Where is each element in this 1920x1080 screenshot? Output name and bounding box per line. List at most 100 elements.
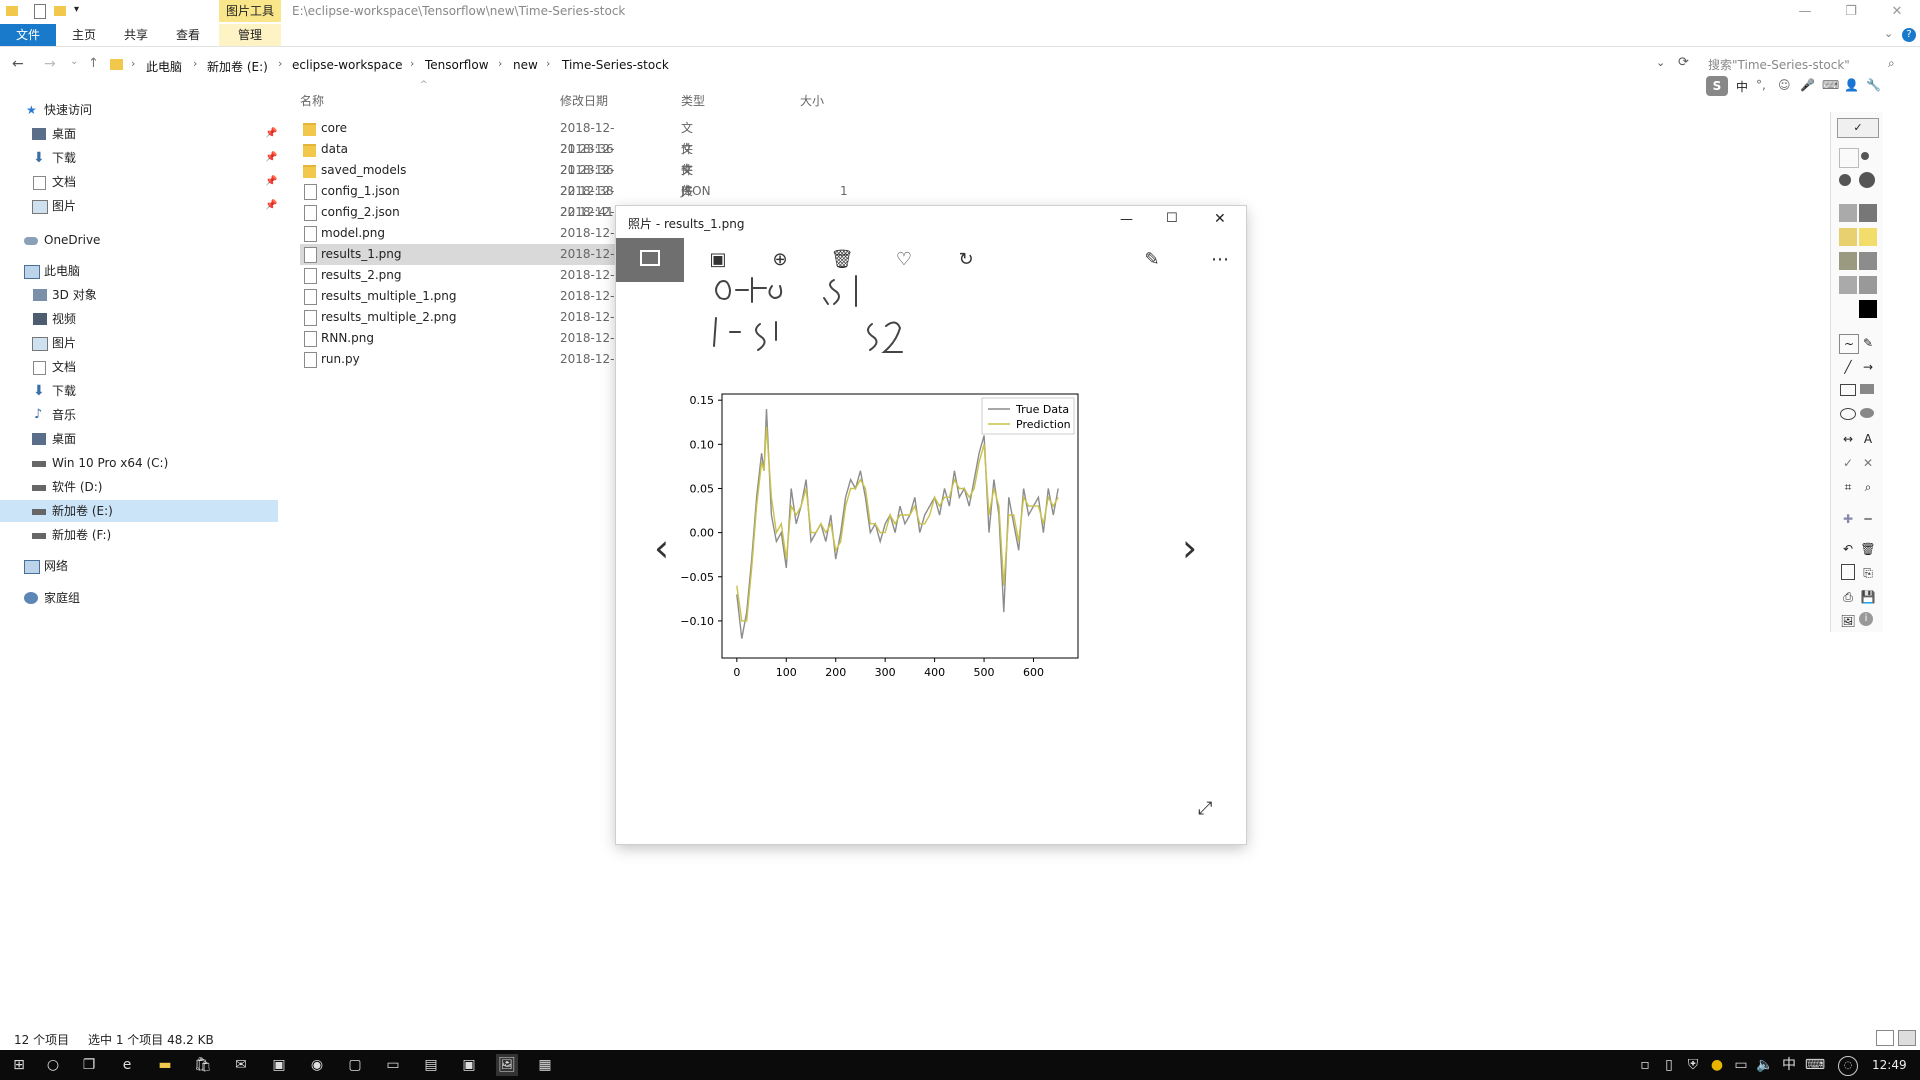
more-icon[interactable]: ⋯ [1206,246,1234,274]
column-header-date[interactable]: 修改日期 [560,92,608,109]
search-circle-icon[interactable]: ○ [42,1054,64,1076]
close-button[interactable]: ✕ [1214,211,1226,227]
notification-badge-icon[interactable]: ◌ [1838,1056,1858,1076]
chrome-icon[interactable]: ◉ [306,1054,328,1076]
breadcrumb-tensorflow[interactable]: Tensorflow [425,58,489,72]
nav-pc-desktop[interactable]: 桌面 [0,428,278,450]
tray-icon[interactable]: ▫ [1634,1054,1656,1076]
breadcrumb-drive[interactable]: 新加卷 (E:) [207,58,268,75]
nav-pc-downloads[interactable]: ⬇ 下载 [0,380,278,402]
filled-ellipse-icon[interactable] [1860,408,1874,418]
volume-icon[interactable]: 🔈 [1754,1054,1776,1076]
previous-arrow-icon[interactable]: ‹ [654,526,669,570]
column-header-size[interactable]: 大小 [800,92,824,109]
file-row[interactable]: core 2018-12-21 23:36 文件夹 [300,118,693,177]
file-row[interactable]: results_2.png 2018-12- [300,265,620,286]
mail-icon[interactable]: ✉ [230,1054,252,1076]
new-folder-icon[interactable] [54,6,66,16]
marker-icon[interactable]: ✎ [1859,334,1877,352]
file-row[interactable]: run.py 2018-12- [300,349,620,370]
app-icon[interactable]: ▣ [458,1054,480,1076]
app-icon[interactable]: ▭ [382,1054,404,1076]
file-row[interactable]: results_multiple_2.png 2018-12- [300,307,620,328]
edit-icon[interactable]: ✎ [1138,246,1166,274]
info-icon[interactable]: i [1859,612,1873,626]
file-row[interactable]: RNN.png 2018-12- [300,328,620,349]
up-arrow-icon[interactable]: ↑ [88,56,99,71]
punctuation-icon[interactable]: °, [1756,78,1766,92]
nav-pc-pictures[interactable]: 图片 [0,332,278,354]
file-row[interactable]: config_2.json 2018-12- [300,202,620,223]
cross-icon[interactable]: ✕ [1859,454,1877,472]
file-row[interactable]: data 2018-12-21 23:36 文件夹 [300,139,693,198]
pin-icon[interactable]: 📌 [265,123,277,145]
file-explorer-icon[interactable]: ▬ [154,1054,176,1076]
new-page-icon[interactable] [1841,564,1855,580]
nav-drive-e[interactable]: 新加卷 (E:) [0,500,278,522]
double-arrow-icon[interactable]: ↔ [1839,430,1857,448]
nav-pc-music[interactable]: ♪ 音乐 [0,404,278,426]
next-arrow-icon[interactable]: › [1182,526,1197,570]
tab-view[interactable]: 查看 [168,26,208,44]
breadcrumb-folder[interactable]: Time-Series-stock [562,58,669,72]
file-row[interactable]: results_1.png 2018-12- [300,244,620,265]
tab-manage[interactable]: 管理 [219,24,281,46]
properties-icon[interactable] [34,4,46,19]
breadcrumb-workspace[interactable]: eclipse-workspace [292,58,402,72]
column-header-type[interactable]: 类型 [681,92,705,109]
quick-access-toolbar[interactable]: ▾ [6,4,86,20]
expand-icon[interactable]: ⤢ [1198,798,1212,819]
nav-qa-pictures[interactable]: 图片 📌 [0,195,278,217]
terminal-icon[interactable]: ▢ [344,1054,366,1076]
color-olive-icon[interactable] [1839,252,1857,270]
pin-icon[interactable]: 📌 [265,171,277,193]
wrench-icon[interactable]: 🔧 [1866,78,1881,92]
photos-app-icon[interactable]: 🖼 [496,1054,518,1076]
brush-xlarge-icon[interactable] [1859,172,1875,188]
pin-icon[interactable]: 📌 [265,147,277,169]
brush-medium-icon[interactable] [1861,152,1869,160]
keyboard-tray-icon[interactable]: ⌨ [1804,1054,1826,1076]
nav-this-pc[interactable]: 此电脑 [0,260,278,282]
nav-drive-f[interactable]: 新加卷 (F:) [0,524,278,546]
rectangle-icon[interactable] [1840,384,1856,396]
file-row[interactable]: config_1.json2018-12-22 12:41JSON 文件1 KB [300,181,856,219]
tab-file[interactable]: 文件 [0,24,56,46]
close-button[interactable]: ✕ [1874,0,1920,24]
large-icons-view-icon[interactable] [1898,1030,1916,1046]
ime-indicator[interactable]: 中 [1778,1054,1800,1076]
color-gray-icon[interactable] [1839,204,1857,222]
app-icon[interactable]: ▦ [534,1054,556,1076]
forward-arrow-icon[interactable]: → [44,56,56,72]
keyboard-icon[interactable]: ⌨ [1822,78,1839,92]
color-black-icon[interactable] [1859,300,1877,318]
nav-drive-d[interactable]: 软件 (D:) [0,476,278,498]
brush-small-icon[interactable] [1839,148,1859,168]
clock[interactable]: 12:49 [1872,1058,1907,1072]
minimize-button[interactable]: — [1782,0,1828,24]
usb-icon[interactable]: ▯ [1658,1054,1680,1076]
network-tray-icon[interactable]: ▭ [1730,1054,1752,1076]
search-input[interactable]: 搜索"Time-Series-stock" [1708,56,1888,76]
filled-rectangle-icon[interactable] [1860,384,1874,394]
maximize-button[interactable]: ☐ [1166,211,1178,226]
windows-start-icon[interactable]: ⊞ [8,1054,30,1076]
edge-icon[interactable]: e [116,1054,138,1076]
color-silver-icon[interactable] [1839,276,1857,294]
line-icon[interactable]: ╱ [1839,358,1857,376]
task-view-icon[interactable]: ❐ [78,1054,100,1076]
nav-network[interactable]: 网络 [0,555,278,577]
nav-qa-downloads[interactable]: ⬇ 下载 📌 [0,147,278,169]
app-icon[interactable]: ▣ [268,1054,290,1076]
nav-quick-access[interactable]: ★ 快速访问 [0,99,278,121]
print-icon[interactable]: ⎙ [1839,588,1857,606]
color-steel-icon[interactable] [1859,276,1877,294]
arrow-icon[interactable]: → [1859,358,1877,376]
nav-pc-documents[interactable]: 文档 [0,356,278,378]
microphone-icon[interactable]: 🎤 [1800,78,1815,92]
ellipse-icon[interactable] [1840,408,1856,420]
freehand-icon[interactable]: ~ [1839,334,1859,354]
details-view-icon[interactable] [1876,1030,1894,1046]
pin-icon[interactable]: 📌 [265,195,277,217]
chevron-down-icon[interactable]: ⌄ [1884,27,1893,40]
